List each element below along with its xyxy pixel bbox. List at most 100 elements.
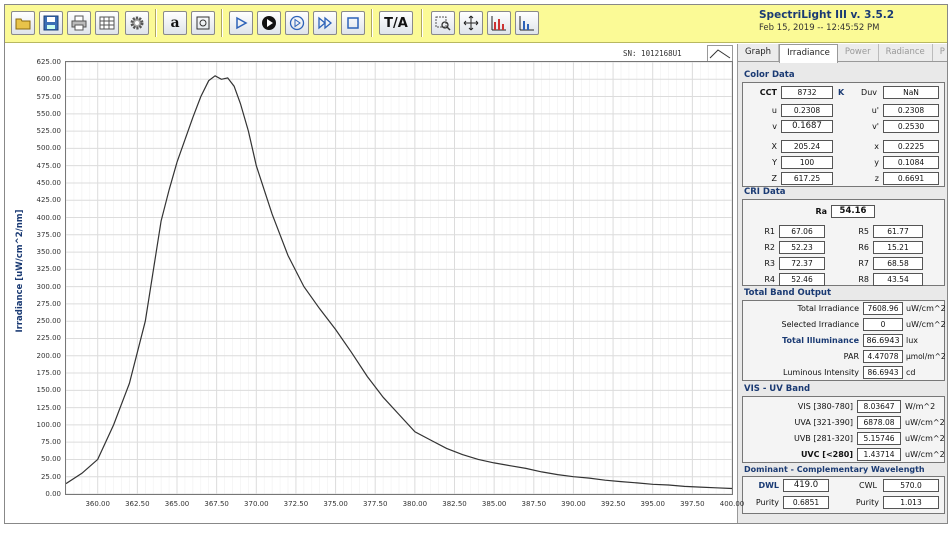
- snapshot-button[interactable]: [191, 11, 215, 35]
- bar-chart-icon: [491, 16, 506, 31]
- move-arrows-icon: [463, 15, 479, 31]
- total-illuminance-label: Total Illuminance: [782, 336, 859, 345]
- v-prime-label: v': [872, 122, 879, 131]
- band-output-title: Total Band Output: [744, 288, 832, 298]
- stop-button[interactable]: [341, 11, 365, 35]
- r3-value: 72.37: [779, 257, 825, 270]
- serial-number: SN: 1012168U1: [623, 49, 682, 58]
- X-value: 205.24: [781, 140, 833, 153]
- table-view-button[interactable]: [95, 11, 119, 35]
- record-button[interactable]: [257, 11, 281, 35]
- play-circle-icon: [289, 15, 305, 31]
- Z-label: Z: [771, 174, 777, 183]
- y-tick-label: 275.00: [36, 299, 62, 308]
- r7-value: 68.58: [873, 257, 923, 270]
- play-button[interactable]: [229, 11, 253, 35]
- floppy-disk-icon: [43, 15, 59, 31]
- app-timestamp: Feb 15, 2019 -- 12:45:52 PM: [759, 23, 880, 33]
- y-tick-label: 450.00: [36, 178, 62, 187]
- save-button[interactable]: [39, 11, 63, 35]
- y-tick-label: 425.00: [36, 196, 62, 205]
- purity-dominant-value: 0.6851: [783, 496, 829, 509]
- axis-chart-icon: [519, 16, 534, 31]
- duv-label: Duv: [861, 88, 877, 97]
- cct-label: CCT: [759, 88, 777, 97]
- r2-value: 52.23: [779, 241, 825, 254]
- total-irradiance-value: 7608.96: [863, 302, 903, 315]
- cri-data-section: Ra 54.16 R1 67.06 R2 52.23 R3 72.37 R4 5…: [742, 199, 945, 286]
- vis-uv-section: VIS [380-780] 8.03647 W/m^2 UVA [321-390…: [742, 396, 945, 463]
- x-tick-label: 387.50: [521, 500, 547, 508]
- spectrum-plot[interactable]: [65, 61, 733, 495]
- r1-value: 67.06: [779, 225, 825, 238]
- uvb-unit: uW/cm^2: [905, 434, 945, 443]
- toolbar-separator: [221, 9, 223, 37]
- Y-label: Y: [772, 158, 777, 167]
- print-button[interactable]: [67, 11, 91, 35]
- play-icon: [236, 16, 248, 30]
- r6-label: R6: [858, 243, 869, 252]
- y-tick-label: 250.00: [36, 317, 62, 326]
- gear-icon: [130, 16, 144, 30]
- luminous-intensity-value: 86.6943: [863, 366, 903, 379]
- y-tick-label: 225.00: [36, 334, 62, 343]
- purity-complementary-label: Purity: [855, 498, 879, 507]
- color-data-section: CCT 8732 K Duv NaN u 0.2308 u' 0.2308 v …: [742, 82, 945, 187]
- fast-forward-button[interactable]: [313, 11, 337, 35]
- x-tick-label: 395.00: [640, 500, 665, 508]
- dwl-value: 419.0: [783, 479, 829, 492]
- Z-value: 617.25: [781, 172, 833, 185]
- x-tick-label: 370.00: [244, 500, 269, 508]
- line-style-icon: [709, 49, 731, 59]
- zoom-button[interactable]: [431, 11, 455, 35]
- toolbar-separator: [371, 9, 373, 37]
- y-tick-label: 175.00: [36, 369, 62, 378]
- text-a-button[interactable]: a: [163, 11, 187, 35]
- settings-button[interactable]: [125, 11, 149, 35]
- tab-graph[interactable]: Graph: [738, 44, 780, 61]
- uvb-value: 5.15746: [857, 432, 901, 445]
- x-tick-label: 375.00: [323, 500, 348, 508]
- pan-button[interactable]: [459, 11, 483, 35]
- duv-value: NaN: [883, 86, 939, 99]
- bar-chart-button[interactable]: [487, 11, 511, 35]
- cct-unit: K: [838, 88, 845, 97]
- toolbar-separator: [421, 9, 423, 37]
- uvb-label: UVB [281-320]: [793, 434, 853, 443]
- uvc-label: UVC [<280]: [800, 450, 853, 459]
- u-value: 0.2308: [781, 104, 833, 117]
- printer-icon: [71, 15, 87, 31]
- tab-radiance[interactable]: Radiance: [879, 44, 933, 61]
- x-tick-label: 385.00: [481, 500, 507, 508]
- open-folder-button[interactable]: [11, 11, 35, 35]
- x-tick-label: 360.00: [85, 500, 110, 508]
- dwl-label: DWL: [758, 481, 779, 490]
- x-tick-label: 362.50: [125, 500, 150, 508]
- toolbar-separator: [155, 9, 157, 37]
- purity-complementary-value: 1.013: [883, 496, 939, 509]
- y-tick-label: 100.00: [36, 420, 62, 429]
- continuous-button[interactable]: [285, 11, 309, 35]
- tab-irradiance[interactable]: Irradiance: [779, 44, 838, 63]
- cct-value: 8732: [781, 86, 833, 99]
- tab-bar: Graph Irradiance Power Radiance P: [738, 44, 947, 63]
- y-small-value: 0.1084: [883, 156, 939, 169]
- y-tick-label: 150.00: [36, 386, 62, 395]
- app-title: SpectriLight III v. 3.5.2: [759, 9, 895, 21]
- axis-chart-button[interactable]: [515, 11, 539, 35]
- r6-value: 15.21: [873, 241, 923, 254]
- uvc-unit: uW/cm^2: [905, 450, 945, 459]
- Y-value: 100: [781, 156, 833, 169]
- y-tick-label: 0.00: [45, 490, 61, 498]
- y-tick-label: 600.00: [36, 75, 62, 84]
- y-tick-label: 125.00: [36, 403, 62, 412]
- ta-button[interactable]: T/A: [379, 11, 413, 35]
- data-panel: Graph Irradiance Power Radiance P Color …: [737, 44, 947, 523]
- tab-p[interactable]: P: [933, 44, 947, 61]
- vis-unit: W/m^2: [905, 402, 936, 411]
- r5-label: R5: [858, 227, 869, 236]
- tab-power[interactable]: Power: [838, 44, 879, 61]
- r7-label: R7: [858, 259, 869, 268]
- r4-label: R4: [764, 275, 775, 284]
- selected-irradiance-label: Selected Irradiance: [781, 320, 859, 329]
